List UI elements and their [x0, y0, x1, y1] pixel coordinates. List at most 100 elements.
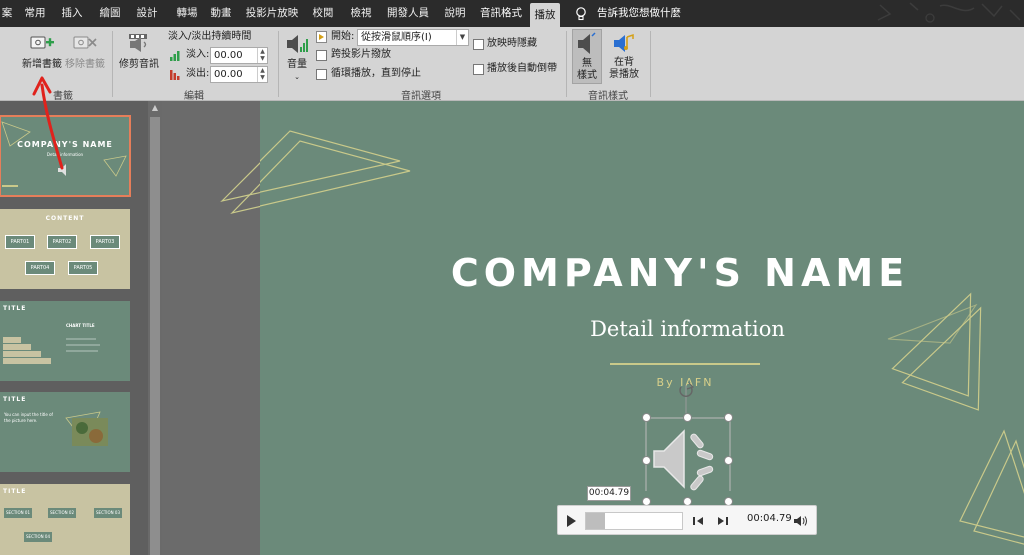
no-style-label-line2: 樣式 [577, 70, 597, 81]
fade-in-icon [170, 51, 180, 61]
slide-thumbnail-5[interactable]: TITLE SECTION 01 SECTION 02 SECTION 03 S… [0, 484, 130, 555]
add-bookmark-icon [30, 36, 54, 49]
trim-audio-icon [129, 34, 147, 52]
tab-13[interactable]: 播放 [530, 3, 560, 27]
tab-6[interactable]: 動畫 [206, 0, 236, 27]
fade-in-value: 00.00 [214, 50, 243, 61]
spinner-arrows[interactable]: ▲ ▼ [257, 48, 267, 63]
thumbnail-part-box: PART05 [68, 261, 98, 275]
trim-audio-label: 修剪音訊 [119, 59, 159, 70]
tab-12[interactable]: 音訊格式 [474, 0, 528, 27]
start-label: 開始: [331, 31, 355, 42]
slide-thumbnail-3[interactable]: TITLE CHART TITLE [0, 301, 130, 381]
fade-duration-title: 淡入/淡出持續時間 [168, 31, 252, 42]
tell-me-text: 告訴我您想做什麼 [597, 7, 681, 19]
slide-divider [610, 363, 760, 365]
slide-thumbnail-4[interactable]: TITLE You can input the title of the pic… [0, 392, 130, 472]
audio-options-group-label: 音訊選項 [401, 91, 441, 102]
start-dropdown[interactable]: 從按滑鼠順序(I) ▼ [357, 29, 469, 46]
thumbnail-chart-title: CHART TITLE [66, 323, 95, 328]
no-style-button[interactable]: 無 樣式 [572, 29, 602, 84]
lightbulb-icon [576, 7, 586, 21]
tab-10[interactable]: 開發人員 [382, 0, 434, 27]
start-icon [316, 31, 327, 43]
loop-until-stopped-checkbox[interactable] [316, 69, 327, 80]
scroll-up-icon[interactable]: ▲ [150, 103, 160, 113]
tab-5[interactable]: 轉場 [170, 0, 204, 27]
fade-in-label: 淡入: [186, 49, 210, 60]
no-style-icon [578, 32, 596, 54]
fade-out-value: 00.00 [214, 69, 243, 80]
volume-button[interactable]: 音量 ⌄ [282, 31, 312, 83]
play-across-slides-checkbox[interactable] [316, 50, 327, 61]
thumbnail-bar-chart [3, 337, 100, 364]
tab-0[interactable]: 案 [0, 0, 14, 27]
skip-back-icon[interactable] [693, 515, 705, 527]
tab-2[interactable]: 插入 [58, 0, 86, 27]
hide-during-show-checkbox[interactable] [473, 39, 484, 50]
group-separator [112, 31, 113, 97]
playback-duration: 00:04.79 [747, 513, 792, 524]
tab-1[interactable]: 常用 [18, 0, 52, 27]
tab-3[interactable]: 繪圖 [92, 0, 128, 27]
play-in-background-button[interactable]: 在背 景播放 [606, 29, 642, 84]
thumbnail-part-box: PART04 [25, 261, 55, 275]
add-bookmark-button[interactable]: 新增書籤 [18, 31, 66, 75]
play-in-background-label-line2: 景播放 [609, 69, 639, 80]
editing-group-label: 編輯 [184, 91, 204, 102]
playback-progress-fill [586, 513, 605, 529]
slide-editing-canvas: COMPANY'S NAME Detail information By IAF… [162, 101, 1024, 555]
thumbnail-section-box: SECTION 02 [48, 508, 76, 518]
group-separator [278, 31, 279, 97]
scrollbar-thumb[interactable] [150, 117, 160, 555]
thumbnail-section-box: SECTION 04 [24, 532, 52, 542]
playback-time-tooltip: 00:04.79 [587, 486, 631, 501]
tab-11[interactable]: 說明 [438, 0, 472, 27]
thumbnail-part-box: PART01 [5, 235, 35, 249]
loop-until-stopped-label: 循環播放，直到停止 [331, 68, 421, 79]
slide-thumbnail-2[interactable]: CONTENT PART01 PART02 PART03 PART04 PART… [0, 209, 130, 289]
play-in-background-icon [614, 33, 634, 52]
group-separator [650, 31, 651, 97]
thumbnail-decoration [65, 411, 108, 446]
slide-subtitle[interactable]: Detail information [530, 317, 845, 341]
play-in-background-label-line1: 在背 [614, 57, 634, 68]
slide-title[interactable]: COMPANY'S NAME [430, 251, 930, 295]
hide-during-show-label: 放映時隱藏 [487, 38, 537, 49]
spinner-arrows[interactable]: ▲ ▼ [257, 67, 267, 82]
tab-7[interactable]: 投影片放映 [244, 0, 300, 27]
current-slide[interactable]: COMPANY'S NAME Detail information By IAF… [260, 101, 1024, 555]
annotation-arrow [32, 76, 64, 170]
trim-audio-button[interactable]: 修剪音訊 [116, 31, 162, 75]
volume-label: 音量 [287, 59, 307, 70]
no-style-label-line1: 無 [582, 58, 592, 69]
slide-panel-scrollbar[interactable]: ▲ [148, 101, 162, 555]
start-value: 從按滑鼠順序(I) [361, 32, 432, 43]
audio-player-bar[interactable]: 00:04.79 [557, 505, 817, 535]
rewind-after-playing-label: 播放後自動倒帶 [487, 63, 557, 74]
tab-4[interactable]: 設計 [130, 0, 164, 27]
audio-styles-group-label: 音訊樣式 [588, 91, 628, 102]
thumbnail-part-box: PART02 [47, 235, 77, 249]
ribbon-tab-bar: 案常用 插入 繪圖 設計 轉場 動畫 投影片放映 校閱 檢視 開發人員 說明 音訊格式 播放 告訴我您想… [0, 0, 1024, 27]
speaker-icon[interactable] [646, 417, 730, 501]
ribbon-decoration [877, 2, 1021, 23]
tab-8[interactable]: 校閱 [306, 0, 340, 27]
fade-out-spinner[interactable]: 00.00 ▲ ▼ [210, 66, 268, 83]
tab-9[interactable]: 檢視 [344, 0, 378, 27]
remove-bookmark-icon [73, 36, 97, 49]
rewind-after-playing-checkbox[interactable] [473, 64, 484, 75]
play-across-slides-label: 跨投影片撥放 [331, 49, 391, 60]
thumbnail-title: CONTENT [45, 215, 85, 222]
fade-out-label: 淡出: [186, 68, 210, 79]
canvas-decoration [220, 162, 260, 215]
volume-icon [287, 35, 308, 53]
remove-bookmark-button[interactable]: 移除書籤 [64, 31, 106, 75]
volume-icon[interactable] [794, 515, 808, 527]
thumbnail-section-box: SECTION 03 [94, 508, 122, 518]
play-icon[interactable] [564, 514, 578, 528]
fade-in-spinner[interactable]: 00.00 ▲ ▼ [210, 47, 268, 64]
chevron-down-icon[interactable]: ▼ [456, 30, 468, 45]
skip-forward-icon[interactable] [716, 515, 728, 527]
playback-progress-track[interactable] [585, 512, 683, 530]
